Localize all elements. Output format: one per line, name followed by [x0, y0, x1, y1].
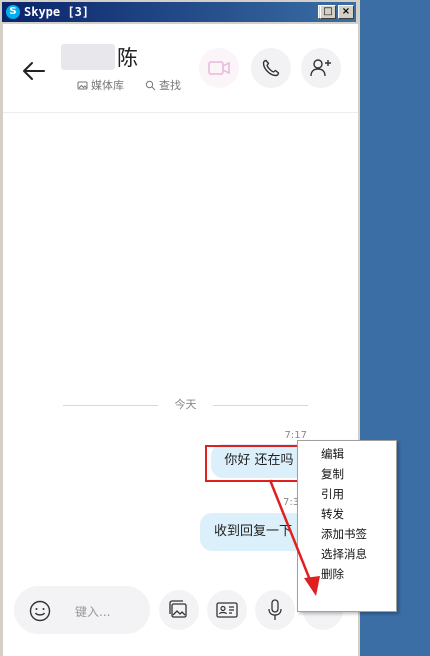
phone-icon: [262, 59, 280, 77]
skype-app-icon: S: [6, 5, 20, 19]
title-bar[interactable]: S Skype [3] _ □ ×: [2, 2, 356, 22]
window-title: Skype [3]: [24, 5, 90, 19]
gallery-icon: [169, 600, 187, 618]
date-divider-line: [213, 405, 308, 406]
image-icon: [77, 81, 88, 89]
close-button[interactable]: ×: [338, 5, 354, 19]
message-context-menu: 编辑 复制 引用 转发 添加书签 选择消息 删除: [297, 440, 397, 612]
search-icon: [145, 80, 156, 90]
menu-item-bookmark[interactable]: 添加书签: [321, 524, 367, 544]
contact-name[interactable]: 陈: [117, 42, 138, 72]
video-camera-icon: [208, 61, 230, 75]
highlight-box: [205, 445, 301, 482]
microphone-icon: [268, 599, 282, 620]
header-divider: [3, 112, 358, 113]
message-bubble[interactable]: 收到回复一下: [200, 513, 310, 551]
menu-item-forward[interactable]: 转发: [321, 504, 344, 524]
contact-name-redacted: [61, 44, 115, 70]
share-media-button[interactable]: [159, 590, 199, 630]
search-label: 查找: [159, 79, 181, 92]
media-gallery-label: 媒体库: [91, 79, 124, 92]
message-input-placeholder: 键入...: [75, 605, 111, 619]
contact-card-icon: [216, 602, 238, 618]
menu-item-select[interactable]: 选择消息: [321, 544, 367, 564]
add-person-icon: [310, 59, 331, 77]
date-divider-line: [63, 405, 158, 406]
video-call-button[interactable]: [199, 48, 239, 88]
date-divider-label: 今天: [174, 398, 197, 411]
back-arrow-icon[interactable]: [20, 57, 48, 85]
menu-item-copy[interactable]: 复制: [321, 464, 344, 484]
send-contact-button[interactable]: [207, 590, 247, 630]
menu-item-delete[interactable]: 删除: [321, 564, 344, 584]
add-participant-button[interactable]: [301, 48, 341, 88]
search-link[interactable]: 查找: [145, 77, 181, 93]
menu-item-edit[interactable]: 编辑: [321, 444, 344, 464]
menu-item-quote[interactable]: 引用: [321, 484, 344, 504]
maximize-button[interactable]: □: [320, 5, 336, 19]
audio-call-button[interactable]: [251, 48, 291, 88]
voice-message-button[interactable]: [255, 590, 295, 630]
media-gallery-link[interactable]: 媒体库: [77, 77, 124, 93]
emoji-icon[interactable]: [28, 599, 52, 623]
